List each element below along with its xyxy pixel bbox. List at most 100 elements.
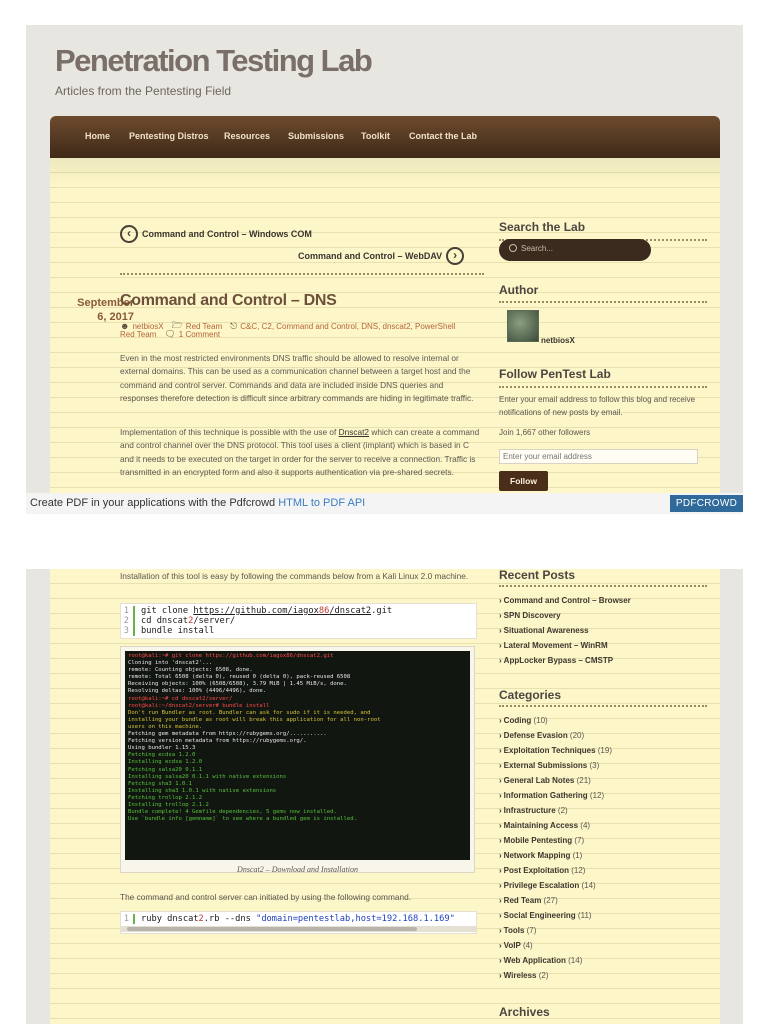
- category-name: Privilege Escalation: [503, 881, 582, 890]
- post-paragraph-2: Implementation of this technique is poss…: [120, 426, 482, 479]
- post-comments-link[interactable]: 1 Comment: [179, 330, 220, 339]
- recent-post-link[interactable]: › Lateral Movement – WinRM: [499, 641, 608, 650]
- category-count: (4): [522, 941, 533, 950]
- category-link[interactable]: › General Lab Notes (21): [499, 776, 591, 785]
- category-link[interactable]: › Red Team (27): [499, 896, 558, 905]
- code-text: .rb --dns: [203, 914, 257, 924]
- category-link[interactable]: › Defense Evasion (20): [499, 731, 584, 740]
- nav-contact-the-lab[interactable]: Contact the Lab: [409, 131, 477, 141]
- previous-post-link[interactable]: ‹ Command and Control – Windows COM: [120, 225, 312, 243]
- search-placeholder: Search...: [521, 244, 554, 253]
- category-link[interactable]: › Privilege Escalation (14): [499, 881, 596, 890]
- category-link[interactable]: › Tools (7): [499, 926, 536, 935]
- code-line: 1 ruby dnscat 2 .rb --dns "domain=pentestla…: [121, 914, 476, 924]
- category-link[interactable]: › Social Engineering (11): [499, 911, 592, 920]
- category-name: Coding: [503, 716, 534, 725]
- horizontal-scrollbar[interactable]: [121, 926, 476, 932]
- category-link[interactable]: › Coding (10): [499, 716, 548, 725]
- author-avatar[interactable]: [507, 310, 539, 342]
- code-string: "domain=pentestlab,host=192.168.1.169": [256, 914, 455, 924]
- category-link[interactable]: › Post Exploitation (12): [499, 866, 585, 875]
- category-link[interactable]: › External Submissions (3): [499, 761, 599, 770]
- category-link[interactable]: › Exploitation Techniques (19): [499, 746, 612, 755]
- dnscat2-link[interactable]: Dnscat2: [339, 427, 369, 437]
- category-name: Wireless: [503, 971, 539, 980]
- follow-title-divider: [499, 386, 707, 388]
- terminal-line: installing your bundle as root will brea…: [128, 716, 381, 723]
- terminal-line: root@kali:~/dnscat2/server# bundle insta…: [128, 702, 270, 709]
- line-number: 3: [121, 626, 135, 636]
- code-text: .git: [371, 606, 393, 616]
- pdfcrowd-text: Create PDF in your applications with the…: [30, 497, 279, 509]
- line-number: 1: [121, 914, 135, 924]
- nav-pentesting-distros[interactable]: Pentesting Distros: [129, 131, 209, 141]
- comment-icon: 🗨: [164, 329, 176, 339]
- follow-button[interactable]: Follow: [499, 471, 548, 491]
- chevron-right-icon: ›: [499, 776, 502, 785]
- category-name: Defense Evasion: [503, 731, 570, 740]
- post-tags-links[interactable]: C&C, C2, Command and Control, DNS, dnsca…: [240, 322, 455, 331]
- category-name: Infrastructure: [503, 806, 558, 815]
- chevron-right-icon: ›: [499, 866, 502, 875]
- chevron-right-icon: ›: [499, 791, 502, 800]
- search-input[interactable]: Search...: [499, 239, 651, 261]
- html-to-pdf-link[interactable]: HTML to PDF API: [278, 497, 365, 509]
- category-link[interactable]: › Mobile Pentesting (7): [499, 836, 584, 845]
- category-link[interactable]: › Information Gathering (12): [499, 791, 604, 800]
- nav-submissions[interactable]: Submissions: [288, 131, 344, 141]
- code-url-part: https://github.com/iagox: [193, 606, 319, 616]
- chevron-right-icon: ›: [499, 641, 502, 650]
- terminal-line: Installing trollop 2.1.2: [128, 801, 209, 808]
- chevron-right-icon: ›: [499, 926, 502, 935]
- post-title[interactable]: Command and Control – DNS: [120, 292, 337, 310]
- chevron-right-icon: ›: [499, 836, 502, 845]
- recent-post-link[interactable]: › Command and Control – Browser: [499, 596, 631, 605]
- terminal-screenshot[interactable]: root@kali:~# git clone https://github.co…: [125, 651, 470, 860]
- author-title-divider: [499, 301, 707, 303]
- nav-resources[interactable]: Resources: [224, 131, 270, 141]
- pdfcrowd-logo[interactable]: PDFCROWD: [670, 495, 743, 512]
- code-block-install[interactable]: 1 git clone https://github.com/iagox86/dn…: [120, 603, 477, 639]
- category-count: (11): [577, 911, 592, 920]
- nav-toolkit[interactable]: Toolkit: [361, 131, 390, 141]
- terminal-line: Fetching gem metadata from https://rubyg…: [128, 731, 327, 738]
- code-text: /server/: [193, 616, 236, 626]
- recent-post-link[interactable]: › AppLocker Bypass – CMSTP: [499, 656, 613, 665]
- category-link[interactable]: › Web Application (14): [499, 956, 582, 965]
- chevron-right-icon: ›: [499, 611, 502, 620]
- scrollbar-thumb[interactable]: [127, 927, 417, 931]
- chevron-right-icon: ›: [499, 911, 502, 920]
- site-title[interactable]: Penetration Testing Lab: [55, 43, 373, 79]
- category-link[interactable]: › VoIP (4): [499, 941, 533, 950]
- category-count: (12): [571, 866, 586, 875]
- code-text: cd dnscat: [141, 616, 189, 626]
- code-block-server[interactable]: 1 ruby dnscat 2 .rb --dns "domain=pentestla…: [120, 911, 477, 934]
- tag-icon: ⎋: [230, 320, 238, 331]
- nav-home[interactable]: Home: [85, 131, 110, 141]
- chevron-right-icon: ›: [499, 626, 502, 635]
- next-post-link[interactable]: Command and Control – WebDAV ›: [298, 247, 465, 265]
- category-count: (7): [526, 926, 537, 935]
- terminal-line: root@kali:~# cd dnscat2/server/: [128, 695, 233, 702]
- main-navigation: Home Pentesting Distros Resources Submis…: [50, 116, 720, 158]
- category-link[interactable]: › Maintaining Access (4): [499, 821, 590, 830]
- post-tags-continued[interactable]: Red Team: [120, 330, 156, 339]
- category-name: Tools: [503, 926, 527, 935]
- paragraph-2-text-start: Implementation of this technique is poss…: [120, 427, 339, 437]
- category-count: (20): [569, 731, 585, 740]
- recent-posts-divider: [499, 585, 707, 587]
- chevron-right-icon: ›: [499, 716, 502, 725]
- recent-post-link[interactable]: › SPN Discovery: [499, 611, 561, 620]
- recent-post-link[interactable]: › Situational Awareness: [499, 626, 589, 635]
- post-paragraph-1: Even in the most restricted environments…: [120, 353, 474, 403]
- categories-title: Categories: [499, 688, 562, 702]
- category-link[interactable]: › Network Mapping (1): [499, 851, 582, 860]
- category-name: Mobile Pentesting: [503, 836, 575, 845]
- category-link[interactable]: › Wireless (2): [499, 971, 549, 980]
- search-icon: [509, 244, 517, 252]
- code-text: git clone: [141, 606, 194, 616]
- category-count: (2): [557, 806, 568, 815]
- author-name-link[interactable]: netbiosX: [541, 335, 575, 348]
- category-link[interactable]: › Infrastructure (2): [499, 806, 568, 815]
- email-field[interactable]: [499, 449, 698, 464]
